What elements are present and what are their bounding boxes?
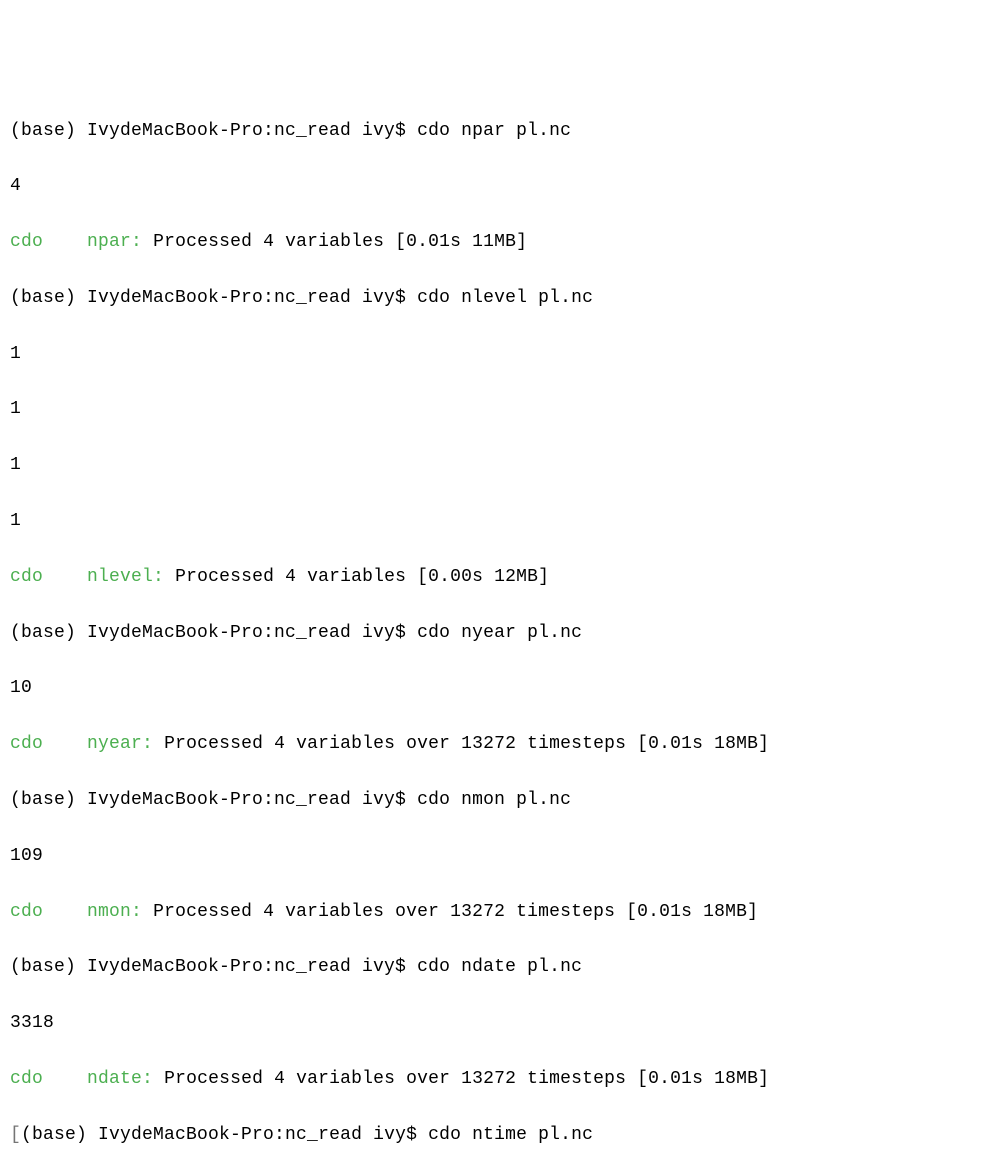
op-label: npar: bbox=[87, 232, 142, 252]
program-label: cdo bbox=[10, 734, 43, 754]
spacer bbox=[43, 902, 87, 922]
cmd-line-nlevel: (base) IvydeMacBook-Pro:nc_read ivy$ cdo… bbox=[10, 285, 996, 313]
output-nyear: 10 bbox=[10, 675, 996, 703]
prompt-text: (base) IvydeMacBook-Pro:nc_read ivy$ bbox=[10, 957, 417, 977]
prompt-text: (base) IvydeMacBook-Pro:nc_read ivy$ bbox=[21, 1125, 428, 1145]
spacer bbox=[43, 734, 87, 754]
op-label: nyear: bbox=[87, 734, 153, 754]
output-nmon: 109 bbox=[10, 843, 996, 871]
summary-line-nyear: cdo nyear: Processed 4 variables over 13… bbox=[10, 731, 996, 759]
bracket-char: [ bbox=[10, 1125, 21, 1145]
spacer bbox=[164, 567, 175, 587]
spacer bbox=[43, 1069, 87, 1089]
output-nlevel-2: 1 bbox=[10, 396, 996, 424]
command-text: cdo ndate pl.nc bbox=[417, 957, 582, 977]
spacer bbox=[43, 567, 87, 587]
output-nlevel-4: 1 bbox=[10, 508, 996, 536]
cmd-line-nyear: (base) IvydeMacBook-Pro:nc_read ivy$ cdo… bbox=[10, 620, 996, 648]
cmd-line-nmon: (base) IvydeMacBook-Pro:nc_read ivy$ cdo… bbox=[10, 787, 996, 815]
prompt-text: (base) IvydeMacBook-Pro:nc_read ivy$ bbox=[10, 288, 417, 308]
cmd-line-ntime: [(base) IvydeMacBook-Pro:nc_read ivy$ cd… bbox=[10, 1122, 996, 1150]
summary-text: Processed 4 variables [0.01s 11MB] bbox=[153, 232, 527, 252]
summary-line-ndate: cdo ndate: Processed 4 variables over 13… bbox=[10, 1066, 996, 1094]
summary-text: Processed 4 variables over 13272 timeste… bbox=[153, 902, 758, 922]
spacer bbox=[43, 232, 87, 252]
op-label: ndate: bbox=[87, 1069, 153, 1089]
program-label: cdo bbox=[10, 567, 43, 587]
command-text: cdo nlevel pl.nc bbox=[417, 288, 593, 308]
program-label: cdo bbox=[10, 232, 43, 252]
spacer bbox=[142, 902, 153, 922]
output-ndate: 3318 bbox=[10, 1010, 996, 1038]
output-npar: 4 bbox=[10, 173, 996, 201]
prompt-text: (base) IvydeMacBook-Pro:nc_read ivy$ bbox=[10, 121, 417, 141]
summary-text: Processed 4 variables over 13272 timeste… bbox=[164, 1069, 769, 1089]
output-nlevel-1: 1 bbox=[10, 341, 996, 369]
op-label: nmon: bbox=[87, 902, 142, 922]
cmd-line-ndate: (base) IvydeMacBook-Pro:nc_read ivy$ cdo… bbox=[10, 954, 996, 982]
cmd-line-npar: (base) IvydeMacBook-Pro:nc_read ivy$ cdo… bbox=[10, 118, 996, 146]
command-text: cdo nmon pl.nc bbox=[417, 790, 571, 810]
op-label: nlevel: bbox=[87, 567, 164, 587]
spacer bbox=[142, 232, 153, 252]
command-text: cdo nyear pl.nc bbox=[417, 623, 582, 643]
output-nlevel-3: 1 bbox=[10, 452, 996, 480]
summary-text: Processed 4 variables [0.00s 12MB] bbox=[175, 567, 549, 587]
summary-line-nmon: cdo nmon: Processed 4 variables over 132… bbox=[10, 899, 996, 927]
spacer bbox=[153, 1069, 164, 1089]
program-label: cdo bbox=[10, 1069, 43, 1089]
prompt-text: (base) IvydeMacBook-Pro:nc_read ivy$ bbox=[10, 790, 417, 810]
program-label: cdo bbox=[10, 902, 43, 922]
command-text: cdo ntime pl.nc bbox=[428, 1125, 593, 1145]
spacer bbox=[153, 734, 164, 754]
prompt-text: (base) IvydeMacBook-Pro:nc_read ivy$ bbox=[10, 623, 417, 643]
summary-line-npar: cdo npar: Processed 4 variables [0.01s 1… bbox=[10, 229, 996, 257]
summary-text: Processed 4 variables over 13272 timeste… bbox=[164, 734, 769, 754]
command-text: cdo npar pl.nc bbox=[417, 121, 571, 141]
